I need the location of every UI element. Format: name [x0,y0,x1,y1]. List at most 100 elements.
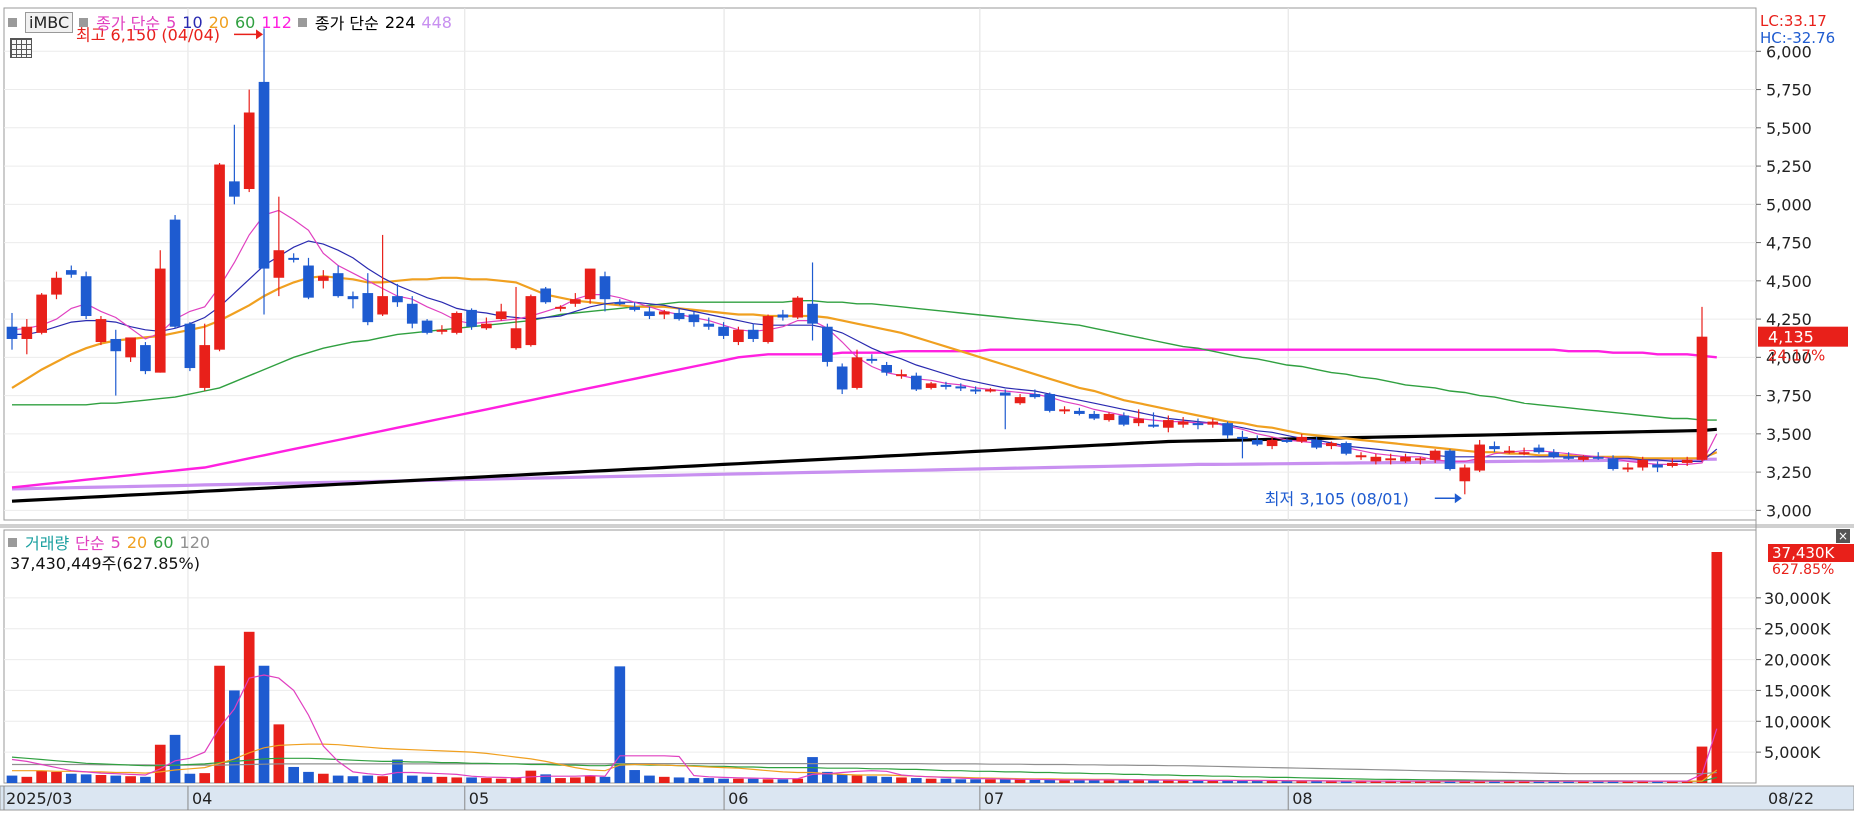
volume-bar [303,771,314,783]
candle-up [125,337,136,358]
candle-down [1148,424,1159,427]
candle-down [1237,436,1248,439]
legend-ma112: 112 [261,12,292,32]
volume-tick-label: 10,000K [1764,712,1831,731]
candle-up [436,329,448,332]
current-volume-change-label: 627.85% [1772,562,1834,578]
candle-up [851,357,863,388]
low-annotation: 최저 3,105 (08/01) [1265,489,1409,508]
candle-up [1355,455,1367,458]
time-axis-label: 2025/03 [6,789,72,808]
legend-ma20: 20 [208,12,229,32]
legend-ma60: 60 [235,12,256,32]
volume-bar [747,778,759,783]
volume-bar [866,776,878,783]
legend-toggle-icon[interactable] [79,17,89,27]
candle-down [1074,410,1085,414]
volume-bar [125,776,136,783]
candle-up [1696,336,1708,460]
close-icon[interactable]: × [1836,529,1850,543]
candle-up [451,312,463,333]
candle-up [1681,459,1693,463]
candle-down [229,181,240,197]
candle-down [1592,456,1604,459]
candle-down [332,273,344,297]
candle-down [80,276,92,317]
candle-up [1414,458,1426,461]
legend-toggle-icon[interactable] [8,537,17,547]
grid-settings-icon[interactable] [10,38,32,58]
price-tick-label: 5,000 [1766,195,1812,214]
chart-canvas[interactable]: 6,0005,7505,5005,2505,0004,7504,5004,250… [0,0,1854,815]
candle-down [362,293,374,323]
volume-bar [347,776,359,783]
candle-down [1088,413,1100,419]
volume-bar [481,778,492,783]
volume-bar [332,775,344,783]
volume-bar [199,773,211,783]
legend-toggle-icon[interactable] [8,17,17,27]
volume-bar [51,771,62,783]
volume-bar [896,777,907,783]
candle-up [792,297,804,318]
volume-bar [940,778,952,783]
volume-bar [1148,780,1159,783]
candle-up [1266,439,1278,447]
candle-down [629,306,640,310]
volume-bar [140,776,151,783]
volume-bar [584,775,596,783]
hc-info: HC:-32.76 [1760,29,1835,47]
candle-up [21,326,33,339]
time-axis-label: 04 [192,789,212,808]
candle-down [140,345,151,372]
candle-up [51,277,62,295]
candle-down [466,309,477,327]
volume-bar [703,778,715,783]
candle-down [940,384,952,387]
candle-up [1667,462,1678,466]
candle-down [718,326,729,336]
candle-down [955,386,967,389]
candle-down [110,338,122,352]
candle-up [243,112,255,190]
symbol-label[interactable]: iMBC [25,11,74,33]
price-tick-label: 5,500 [1766,119,1812,138]
candle-up [658,311,670,315]
price-tick-label: 5,750 [1766,81,1812,100]
candle-down [910,375,922,390]
volume-bar [555,778,566,783]
price-ma-label: 종가 단순 [96,14,161,33]
price-ma-label-2: 종가 단순 [314,14,379,33]
candle-down [406,303,418,324]
candle-up [1400,456,1411,462]
candle-down [65,270,77,275]
candle-down [6,326,18,339]
candle-up [495,311,507,320]
price-tick-label: 3,250 [1766,463,1812,482]
volume-bar [110,775,122,783]
volume-bar [229,690,240,783]
time-axis-right-label: 08/22 [1768,789,1814,808]
volume-tick-label: 20,000K [1764,651,1831,670]
candle-up [1385,458,1397,461]
candle-up [377,296,388,315]
volume-bar [317,773,329,783]
lc-info: LC:33.17 [1760,12,1827,30]
volume-bar [777,779,789,783]
candle-down [392,296,403,303]
legend-toggle-icon[interactable] [297,17,307,27]
volume-bar [569,777,581,783]
time-axis-label: 08 [1292,789,1312,808]
volume-bar [184,773,196,783]
time-axis-label: 05 [469,789,489,808]
volume-bar [881,776,892,783]
candle-up [1133,418,1145,424]
candle-down [599,276,611,300]
candle-up [762,316,774,343]
candle-up [1207,421,1219,425]
candle-down [1311,439,1322,448]
legend-vol-ma20: 20 [126,532,148,552]
volume-bar [910,778,922,783]
legend-vol-ma120: 120 [179,532,211,552]
candle-up [985,389,996,392]
